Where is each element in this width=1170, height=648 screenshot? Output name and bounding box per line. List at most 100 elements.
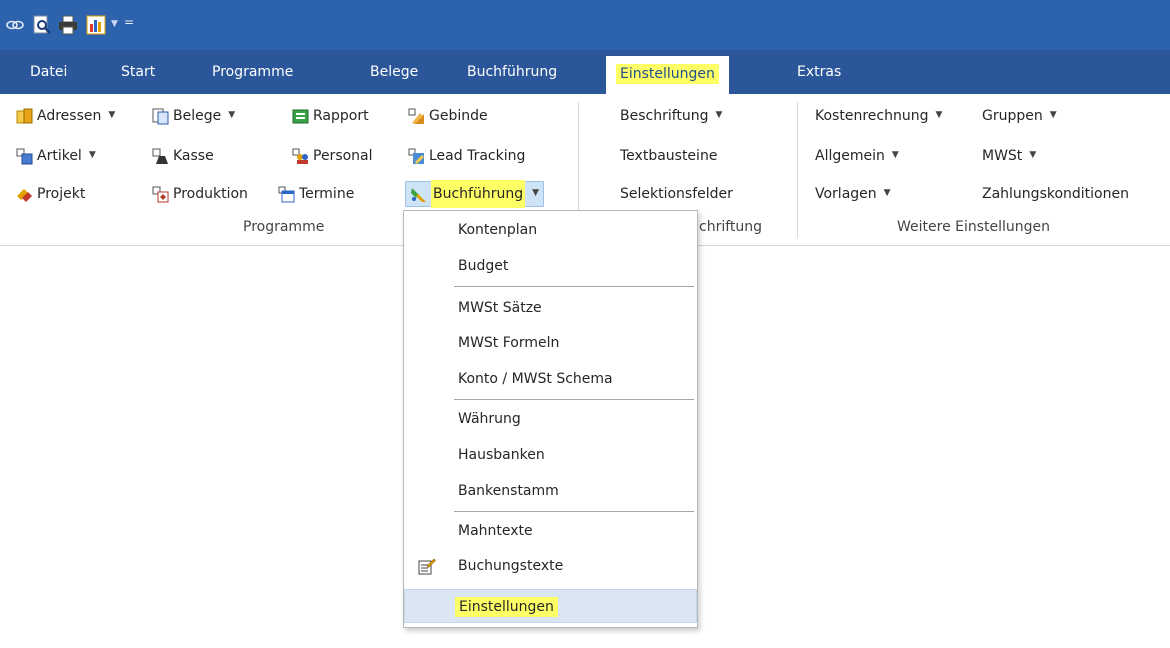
group-separator <box>797 102 798 238</box>
cash-register-icon <box>152 148 168 164</box>
personal-button[interactable]: Personal <box>292 143 373 169</box>
chevron-down-icon: ▼ <box>88 150 96 160</box>
kasse-button[interactable]: Kasse <box>152 143 214 169</box>
link-icon[interactable] <box>6 18 24 32</box>
kostenrechnung-button[interactable]: Kostenrechnung ▼ <box>815 103 942 129</box>
chevron-down-icon: ▼ <box>228 110 236 120</box>
buchfuehrung-dropdown-menu: Kontenplan Budget MWSt Sätze MWSt Formel… <box>403 210 698 628</box>
artikel-label: Artikel <box>37 148 82 164</box>
group-label-beschriftung: chriftung <box>699 219 763 235</box>
tab-buchfuehrung[interactable]: Buchführung <box>467 50 557 94</box>
chevron-down-icon: ▼ <box>108 110 116 120</box>
produktion-label: Produktion <box>173 186 248 202</box>
menu-item-mahntexte[interactable]: Mahntexte <box>404 514 697 548</box>
personal-label: Personal <box>313 148 373 164</box>
quick-access-toolbar: ▼ = <box>0 0 1170 50</box>
documents-icon <box>152 108 169 124</box>
produktion-button[interactable]: Produktion <box>152 181 248 207</box>
allgemein-button[interactable]: Allgemein ▼ <box>815 143 899 169</box>
gebinde-label: Gebinde <box>429 108 488 124</box>
gruppen-label: Gruppen <box>982 108 1043 124</box>
container-icon <box>408 108 424 124</box>
menu-item-label: Einstellungen <box>455 597 558 617</box>
menu-separator <box>454 511 694 512</box>
projekt-label: Projekt <box>37 186 86 202</box>
group-label-weitere-einstellungen: Weitere Einstellungen <box>897 219 1051 235</box>
menu-item-konto-mwst-schema[interactable]: Konto / MWSt Schema <box>404 362 697 396</box>
selektionsfelder-label: Selektionsfelder <box>620 186 733 202</box>
rapport-button[interactable]: Rapport <box>292 103 369 129</box>
textbausteine-button[interactable]: Textbausteine <box>620 143 717 169</box>
menu-item-bankenstamm[interactable]: Bankenstamm <box>404 474 697 508</box>
zahlungskonditionen-button[interactable]: Zahlungskonditionen <box>982 181 1129 207</box>
chevron-down-icon: ▼ <box>891 150 899 160</box>
project-icon <box>17 188 32 202</box>
vorlagen-label: Vorlagen <box>815 186 877 202</box>
termine-label: Termine <box>299 186 355 202</box>
mwst-button[interactable]: MWSt ▼ <box>982 143 1036 169</box>
termine-button[interactable]: Termine <box>278 181 354 207</box>
group-label-programme: Programme <box>243 219 325 235</box>
lead-tracking-label: Lead Tracking <box>429 148 526 164</box>
kostenrechnung-label: Kostenrechnung <box>815 108 929 124</box>
production-icon <box>152 186 169 202</box>
lead-tracking-button[interactable]: Lead Tracking <box>408 143 525 169</box>
zahlungskonditionen-label: Zahlungskonditionen <box>982 186 1129 202</box>
report-icon <box>292 109 309 123</box>
projekt-button[interactable]: Projekt <box>16 181 85 207</box>
menu-item-label: Buchungstexte <box>458 558 564 574</box>
tab-datei[interactable]: Datei <box>30 50 67 94</box>
calendar-icon <box>278 186 295 202</box>
menu-item-mwst-formeln[interactable]: MWSt Formeln <box>404 326 697 360</box>
menu-item-kontenplan[interactable]: Kontenplan <box>404 213 697 247</box>
customize-icon[interactable]: = <box>124 15 134 29</box>
artikel-button[interactable]: Artikel ▼ <box>16 143 96 169</box>
gebinde-button[interactable]: Gebinde <box>408 103 488 129</box>
chevron-down-icon: ▼ <box>935 110 943 120</box>
chevron-down-icon[interactable]: ▼ <box>111 19 118 29</box>
menu-item-einstellungen[interactable]: Einstellungen <box>404 589 697 623</box>
menu-item-waehrung[interactable]: Währung <box>404 402 697 436</box>
people-icon <box>292 148 308 164</box>
accounting-icon <box>411 187 426 202</box>
menu-separator <box>454 399 694 400</box>
menu-item-mwst-saetze[interactable]: MWSt Sätze <box>404 291 697 325</box>
belege-button[interactable]: Belege ▼ <box>152 103 235 129</box>
menu-item-hausbanken[interactable]: Hausbanken <box>404 438 697 472</box>
chevron-down-icon: ▼ <box>1049 110 1057 120</box>
tab-start[interactable]: Start <box>121 50 155 94</box>
buchfuehrung-button[interactable]: Buchführung ▼ <box>405 180 545 208</box>
textbausteine-label: Textbausteine <box>620 148 718 164</box>
menu-separator <box>454 286 694 287</box>
tab-programme[interactable]: Programme <box>212 50 293 94</box>
tab-einstellungen[interactable]: Einstellungen <box>606 56 729 94</box>
beschriftung-button[interactable]: Beschriftung ▼ <box>620 103 722 129</box>
chart-icon[interactable] <box>86 15 106 35</box>
chevron-down-icon: ▼ <box>715 110 723 120</box>
adressen-button[interactable]: Adressen ▼ <box>16 103 115 129</box>
print-icon[interactable] <box>58 15 78 35</box>
adressen-label: Adressen <box>37 108 102 124</box>
lead-tracking-icon <box>408 148 424 164</box>
menu-item-buchungstexte[interactable]: Buchungstexte <box>404 549 697 583</box>
document-edit-icon <box>418 558 436 575</box>
belege-label: Belege <box>173 108 222 124</box>
address-book-icon <box>16 108 33 123</box>
chevron-down-icon: ▼ <box>532 188 540 198</box>
gruppen-button[interactable]: Gruppen ▼ <box>982 103 1057 129</box>
chevron-down-icon: ▼ <box>1029 150 1037 160</box>
ribbon-tabs: Datei Start Programme Belege Buchführung… <box>0 50 1170 94</box>
selektionsfelder-button[interactable]: Selektionsfelder <box>620 181 733 207</box>
mwst-label: MWSt <box>982 148 1023 164</box>
kasse-label: Kasse <box>173 148 214 164</box>
tab-belege[interactable]: Belege <box>370 50 418 94</box>
article-icon <box>16 148 33 164</box>
menu-item-budget[interactable]: Budget <box>404 249 697 283</box>
tab-extras[interactable]: Extras <box>797 50 841 94</box>
vorlagen-button[interactable]: Vorlagen ▼ <box>815 181 891 207</box>
allgemein-label: Allgemein <box>815 148 885 164</box>
rapport-label: Rapport <box>313 108 369 124</box>
print-preview-icon[interactable] <box>32 15 52 35</box>
beschriftung-label: Beschriftung <box>620 108 709 124</box>
buchfuehrung-label: Buchführung <box>431 180 526 208</box>
